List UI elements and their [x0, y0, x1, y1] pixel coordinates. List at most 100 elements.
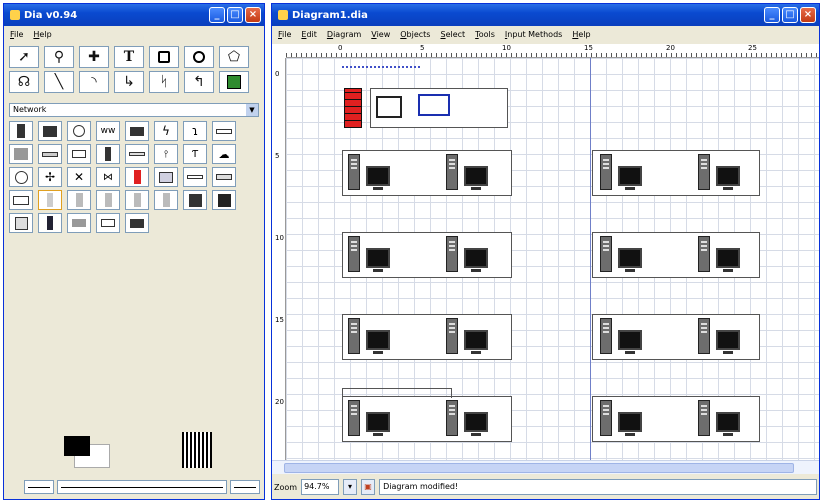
hub-shape-icon[interactable] [212, 121, 236, 141]
scrollbar-thumb[interactable] [284, 463, 794, 473]
flat-shape-icon[interactable] [183, 167, 207, 187]
minimize-button[interactable]: _ [209, 7, 225, 23]
laptop-shape-icon[interactable] [9, 190, 33, 210]
fax-shape-icon[interactable] [67, 213, 91, 233]
antenna-shape-icon[interactable]: ⫯ [154, 144, 178, 164]
bridge-shape-icon[interactable] [125, 144, 149, 164]
device-shape-icon[interactable] [212, 167, 236, 187]
router-shape-icon[interactable] [67, 144, 91, 164]
horizontal-scrollbar[interactable] [272, 460, 819, 474]
cabinet-shape-icon[interactable] [125, 190, 149, 210]
foreground-color-swatch[interactable] [64, 436, 90, 456]
start-arrow-select[interactable] [24, 480, 54, 494]
computer-icon[interactable] [600, 154, 644, 192]
floppy-shape-icon[interactable] [183, 190, 207, 210]
polygon-tool-icon[interactable]: ⬠ [219, 46, 249, 68]
menu-input-methods[interactable]: Input Methods [505, 30, 562, 39]
line-style-select[interactable] [57, 480, 227, 494]
menu-edit[interactable]: Edit [301, 30, 317, 39]
printer-icon[interactable] [376, 96, 402, 118]
cross-shape-icon[interactable]: ✕ [67, 167, 91, 187]
color-area[interactable] [22, 428, 262, 476]
computer-icon[interactable] [446, 236, 490, 274]
bus-shape-icon[interactable] [125, 213, 149, 233]
ring-shape-icon[interactable] [9, 167, 33, 187]
arc-tool-icon[interactable]: ◝ [79, 71, 109, 93]
firewall-icon[interactable] [344, 88, 362, 128]
bezier-tool-icon[interactable]: ↰ [184, 71, 214, 93]
network-connection-line[interactable] [342, 388, 452, 398]
connector-shape-icon[interactable]: ✢ [38, 167, 62, 187]
menu-file[interactable]: File [278, 30, 291, 39]
sheet-select[interactable]: Network ▼ [9, 103, 259, 117]
menu-diagram[interactable]: Diagram [327, 30, 361, 39]
cloud-shape-icon[interactable]: ☁ [212, 144, 236, 164]
menu-file[interactable]: File [10, 30, 23, 39]
storage-shape-icon[interactable] [67, 190, 91, 210]
polyline-tool-icon[interactable]: ᛋ [149, 71, 179, 93]
tape-shape-icon[interactable] [96, 190, 120, 210]
disk-shape-icon[interactable] [67, 121, 91, 141]
computer-icon[interactable] [446, 400, 490, 438]
wireless-shape-icon[interactable]: Ƭ [183, 144, 207, 164]
computer-icon[interactable] [348, 236, 392, 274]
computer-icon[interactable] [698, 318, 742, 356]
box-server-shape-icon[interactable] [9, 213, 33, 233]
scroll-tool-icon[interactable]: ✚ [79, 46, 109, 68]
scanner-shape-icon[interactable] [96, 213, 120, 233]
close-button[interactable]: × [245, 7, 261, 23]
drive-shape-icon[interactable] [212, 190, 236, 210]
computer-icon[interactable] [348, 154, 392, 192]
computer-icon[interactable] [698, 236, 742, 274]
lightning-shape-icon[interactable]: ϟ [154, 121, 178, 141]
printer-shape-icon[interactable] [125, 121, 149, 141]
line-tool-icon[interactable]: ╲ [44, 71, 74, 93]
tower-shape-icon[interactable] [96, 144, 120, 164]
close-button[interactable]: × [800, 7, 816, 23]
menu-objects[interactable]: Objects [400, 30, 430, 39]
ups-shape-icon[interactable] [38, 190, 62, 210]
computer-icon[interactable] [698, 400, 742, 438]
magnify-tool-icon[interactable]: ⚲ [44, 46, 74, 68]
unit-shape-icon[interactable] [154, 190, 178, 210]
computer-icon[interactable] [446, 154, 490, 192]
screen-shape-icon[interactable] [154, 167, 178, 187]
computer-icon[interactable] [600, 236, 644, 274]
pointer-tool-icon[interactable]: ➚ [9, 46, 39, 68]
zoom-input[interactable]: 94.7% [301, 479, 340, 495]
text-tool-icon[interactable]: T [114, 46, 144, 68]
computer-icon[interactable] [348, 400, 392, 438]
modem-shape-icon[interactable]: ww [96, 121, 120, 141]
box-tool-icon[interactable] [149, 46, 179, 68]
diagram-canvas[interactable]: 0 5 10 15 20 25 0 5 10 15 20 [272, 44, 819, 460]
line-width-icon[interactable] [182, 432, 212, 468]
menu-select[interactable]: Select [440, 30, 465, 39]
end-arrow-select[interactable] [230, 480, 260, 494]
menu-view[interactable]: View [371, 30, 390, 39]
rack-shape-icon[interactable] [9, 144, 33, 164]
cable-shape-icon[interactable]: ɿ [183, 121, 207, 141]
phone-shape-icon[interactable] [38, 213, 62, 233]
monitor-shape-icon[interactable] [38, 121, 62, 141]
image-tool-icon[interactable] [219, 71, 249, 93]
chevron-down-icon[interactable]: ▼ [246, 104, 258, 116]
computer-icon[interactable] [698, 154, 742, 192]
computer-icon[interactable] [600, 400, 644, 438]
laptop-icon[interactable] [418, 94, 450, 116]
computer-shape-icon[interactable] [9, 121, 33, 141]
minimize-button[interactable]: _ [764, 7, 780, 23]
patch-shape-icon[interactable]: ⋈ [96, 167, 120, 187]
snap-toggle-icon[interactable]: ▣ [361, 479, 376, 495]
switch-shape-icon[interactable] [38, 144, 62, 164]
menu-help[interactable]: Help [33, 30, 51, 39]
zigzag-tool-icon[interactable]: ↳ [114, 71, 144, 93]
maximize-button[interactable]: □ [782, 7, 798, 23]
computer-icon[interactable] [348, 318, 392, 356]
ellipse-tool-icon[interactable] [184, 46, 214, 68]
computer-icon[interactable] [446, 318, 490, 356]
menu-tools[interactable]: Tools [475, 30, 495, 39]
zoom-dropdown-icon[interactable]: ▾ [343, 479, 358, 495]
menu-help[interactable]: Help [572, 30, 590, 39]
firewall-shape-icon[interactable] [125, 167, 149, 187]
maximize-button[interactable]: □ [227, 7, 243, 23]
